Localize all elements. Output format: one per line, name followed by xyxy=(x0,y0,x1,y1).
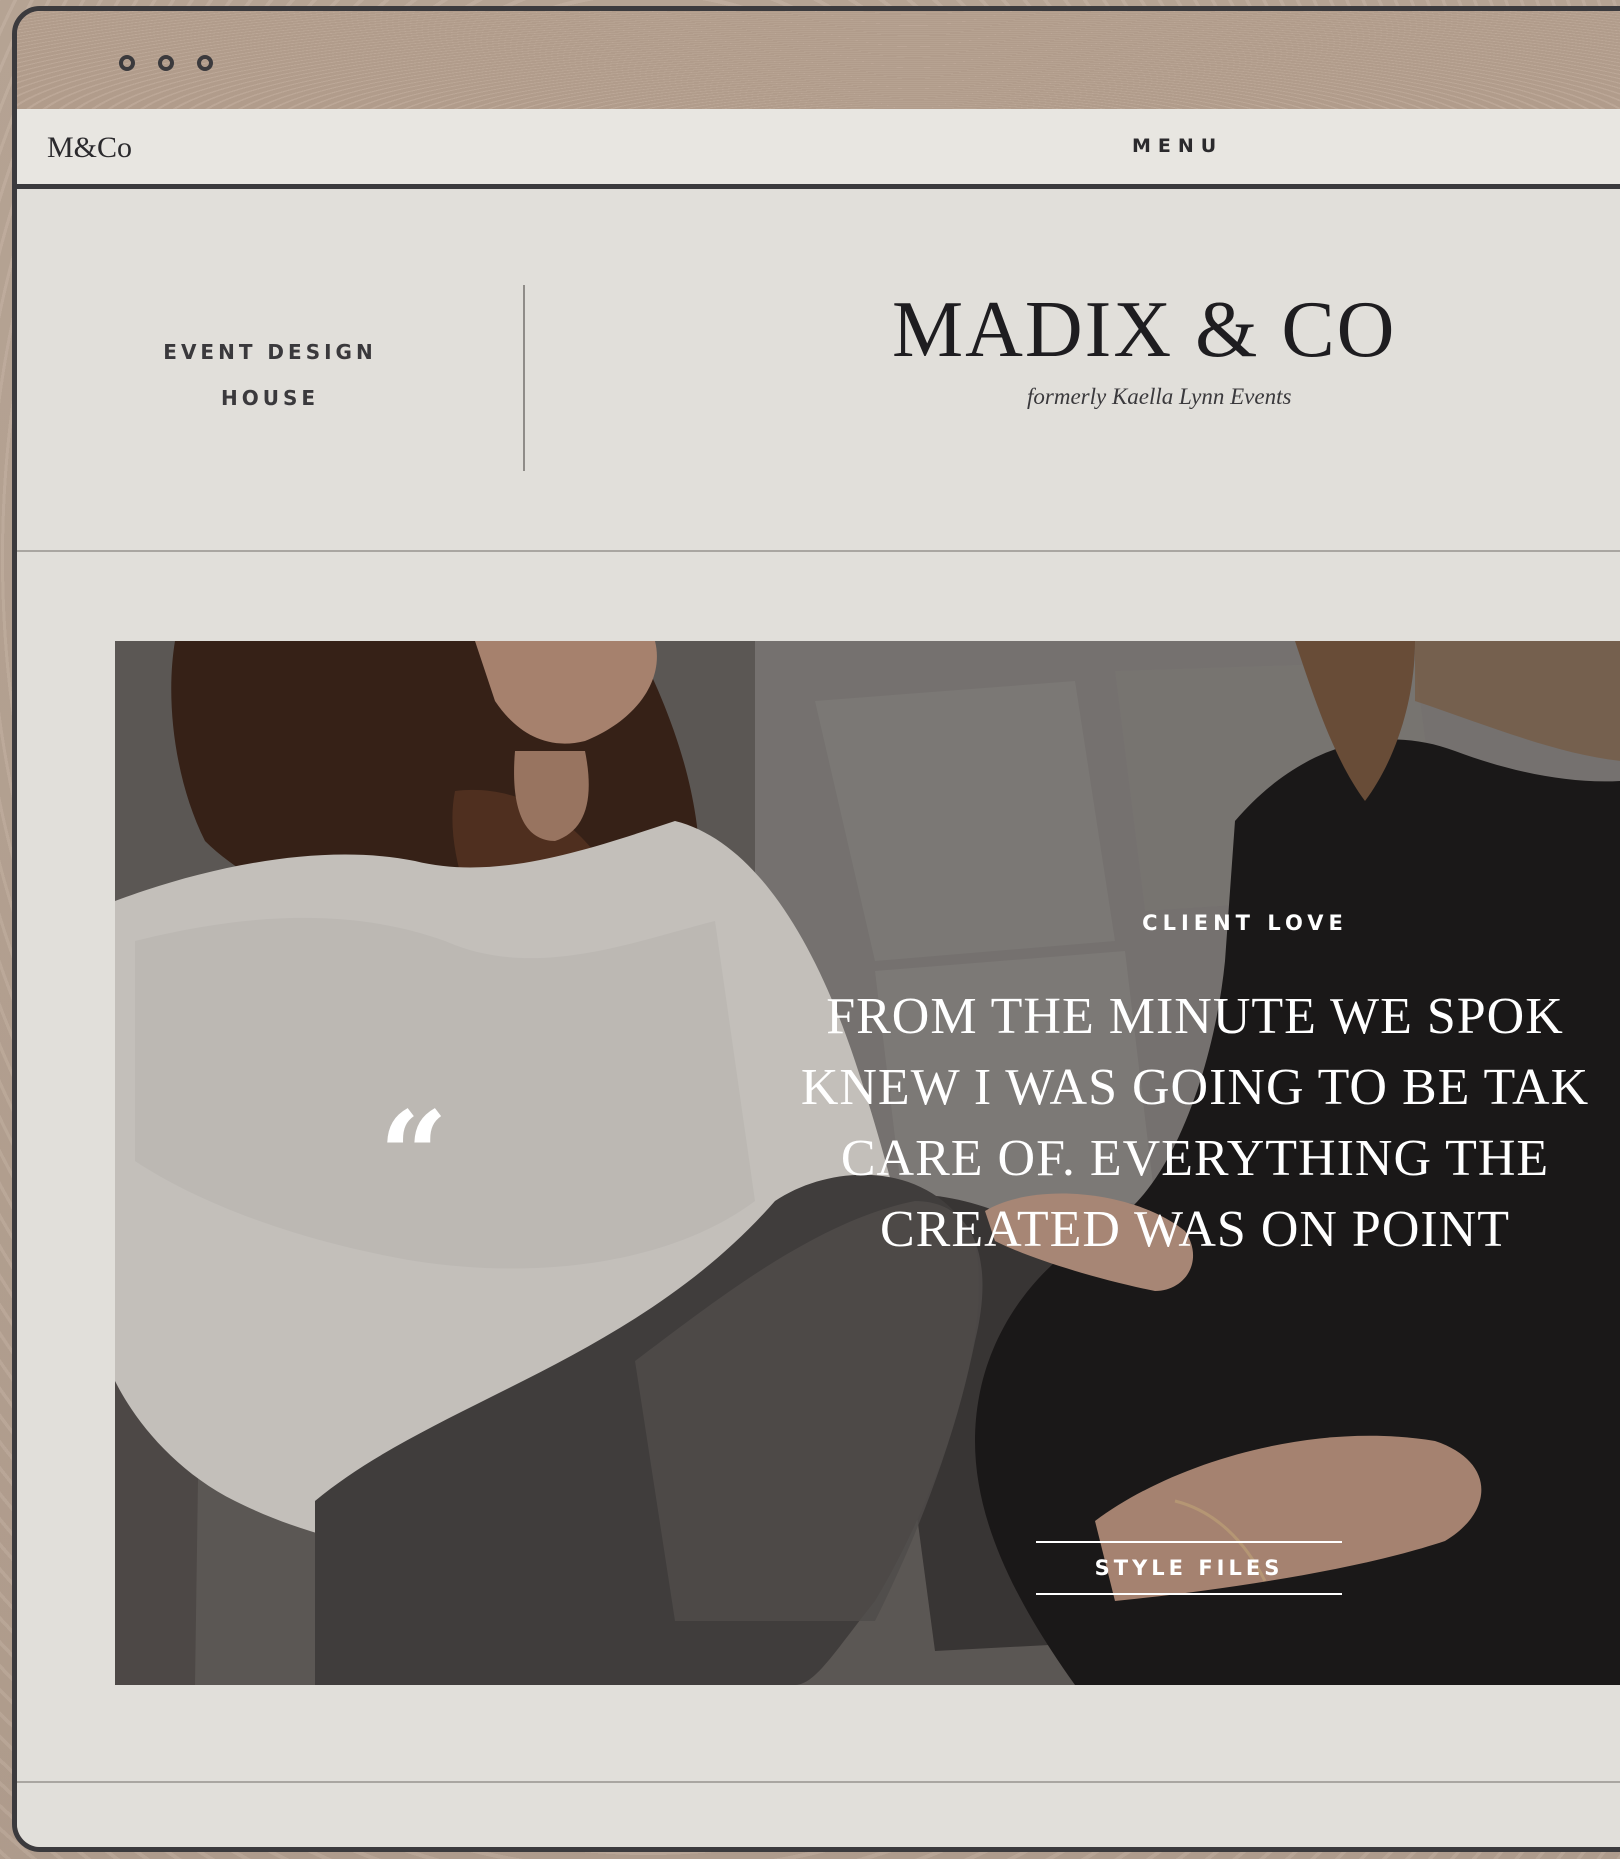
window-minimize-control[interactable] xyxy=(158,55,174,71)
quote-line: FROM THE MINUTE WE SPOK xyxy=(826,988,1564,1045)
menu-button[interactable]: MENU xyxy=(1132,135,1223,157)
quote-line: CARE OF. EVERYTHING THE xyxy=(840,1130,1550,1187)
site-header: M&Co MENU xyxy=(17,109,1620,189)
window-maximize-control[interactable] xyxy=(197,55,213,71)
style-files-button[interactable]: STYLE FILES xyxy=(1036,1541,1342,1595)
tagline-line: EVENT DESIGN xyxy=(163,340,377,364)
section-divider xyxy=(17,1781,1620,1783)
quote-line: KNEW I WAS GOING TO BE TAK xyxy=(800,1059,1590,1116)
canvas: M&Co MENU EVENT DESIGN HOUSE MADIX & CO … xyxy=(0,0,1620,1859)
window-close-control[interactable] xyxy=(119,55,135,71)
brand-tagline: EVENT DESIGN HOUSE xyxy=(135,329,405,421)
browser-window: M&Co MENU EVENT DESIGN HOUSE MADIX & CO … xyxy=(12,6,1620,1852)
vertical-divider xyxy=(523,285,525,471)
testimonial-eyebrow: CLIENT LOVE xyxy=(1142,911,1348,935)
testimonial-hero: CLIENT LOVE “ FROM THE MINUTE WE SPOK KN… xyxy=(115,641,1620,1685)
window-titlebar xyxy=(17,11,1620,109)
header-logo[interactable]: M&Co xyxy=(47,131,132,165)
website-page: M&Co MENU EVENT DESIGN HOUSE MADIX & CO … xyxy=(17,109,1620,1847)
tagline-line: HOUSE xyxy=(220,386,320,410)
brand-subtitle: formerly Kaella Lynn Events xyxy=(1027,384,1292,409)
brand-section: EVENT DESIGN HOUSE MADIX & CO formerly K… xyxy=(17,189,1620,552)
quote-icon: “ xyxy=(379,1085,449,1226)
quote-line: CREATED WAS ON POINT xyxy=(879,1201,1511,1258)
testimonial-quote: FROM THE MINUTE WE SPOK KNEW I WAS GOING… xyxy=(545,981,1620,1265)
brand-wordmark[interactable]: MADIX & CO xyxy=(892,285,1396,376)
